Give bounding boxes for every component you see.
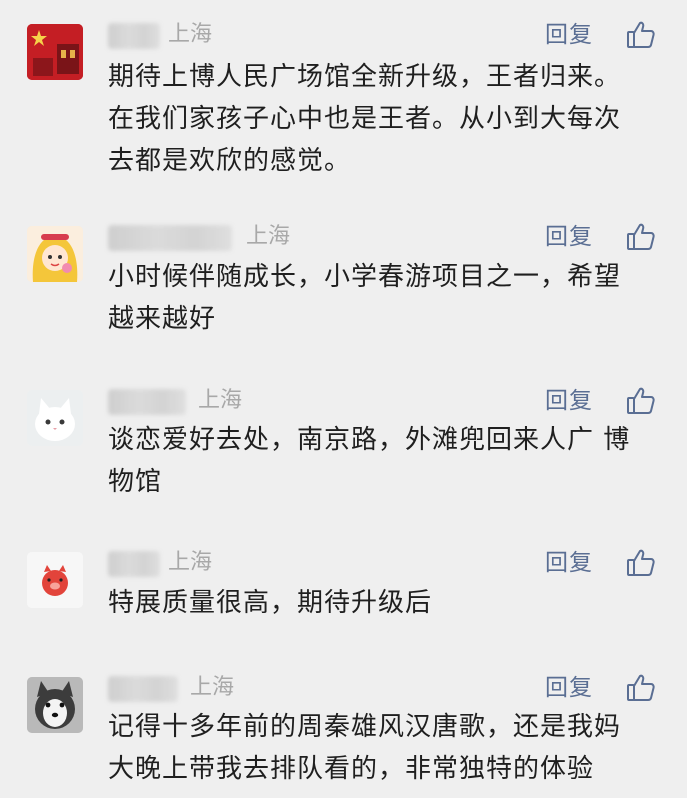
location-label: 上海 — [198, 388, 243, 413]
avatar[interactable] — [27, 24, 83, 80]
cartoon-girl-avatar-icon — [27, 226, 83, 282]
comment-text: 期待上博人民广场馆全新升级，王者归来。 在我们家孩子心中也是王者。从小到大每次 … — [108, 62, 622, 176]
username-blurred — [108, 23, 160, 49]
thumbs-up-icon[interactable] — [626, 222, 656, 252]
comment-text: 记得十多年前的周秦雄风汉唐歌，还是我妈 大晚上带我去排队看的，非常独特的体验 — [108, 712, 622, 784]
thumbs-up-icon[interactable] — [626, 548, 656, 578]
avatar[interactable] — [27, 226, 83, 282]
thumbs-up-icon[interactable] — [626, 20, 656, 50]
reply-button[interactable]: 回复 — [545, 386, 593, 416]
thumbs-up-icon[interactable] — [626, 386, 656, 416]
location-label: 上海 — [168, 550, 213, 575]
comment-text: 小时候伴随成长，小学春游项目之一，希望 越来越好 — [108, 262, 622, 334]
username-blurred — [108, 225, 232, 251]
husky-dog-avatar-icon — [27, 677, 83, 733]
white-cat-avatar-icon — [27, 390, 83, 446]
location-label: 上海 — [246, 224, 291, 249]
location-label: 上海 — [168, 22, 213, 47]
avatar[interactable] — [27, 677, 83, 733]
username-blurred — [108, 389, 186, 415]
avatar[interactable] — [27, 390, 83, 446]
reply-button[interactable]: 回复 — [545, 20, 593, 50]
username-blurred — [108, 676, 178, 702]
red-piggy-avatar-icon — [27, 552, 83, 608]
reply-button[interactable]: 回复 — [545, 673, 593, 703]
flag-avatar-icon — [27, 24, 83, 80]
location-label: 上海 — [190, 675, 235, 700]
thumbs-up-icon[interactable] — [626, 673, 656, 703]
avatar[interactable] — [27, 552, 83, 608]
username-blurred — [108, 551, 160, 577]
reply-button[interactable]: 回复 — [545, 548, 593, 578]
comment-text: 谈恋爱好去处，南京路，外滩兜回来人广 博 物馆 — [108, 425, 631, 497]
comment-text: 特展质量很高，期待升级后 — [108, 588, 433, 618]
reply-button[interactable]: 回复 — [545, 222, 593, 252]
